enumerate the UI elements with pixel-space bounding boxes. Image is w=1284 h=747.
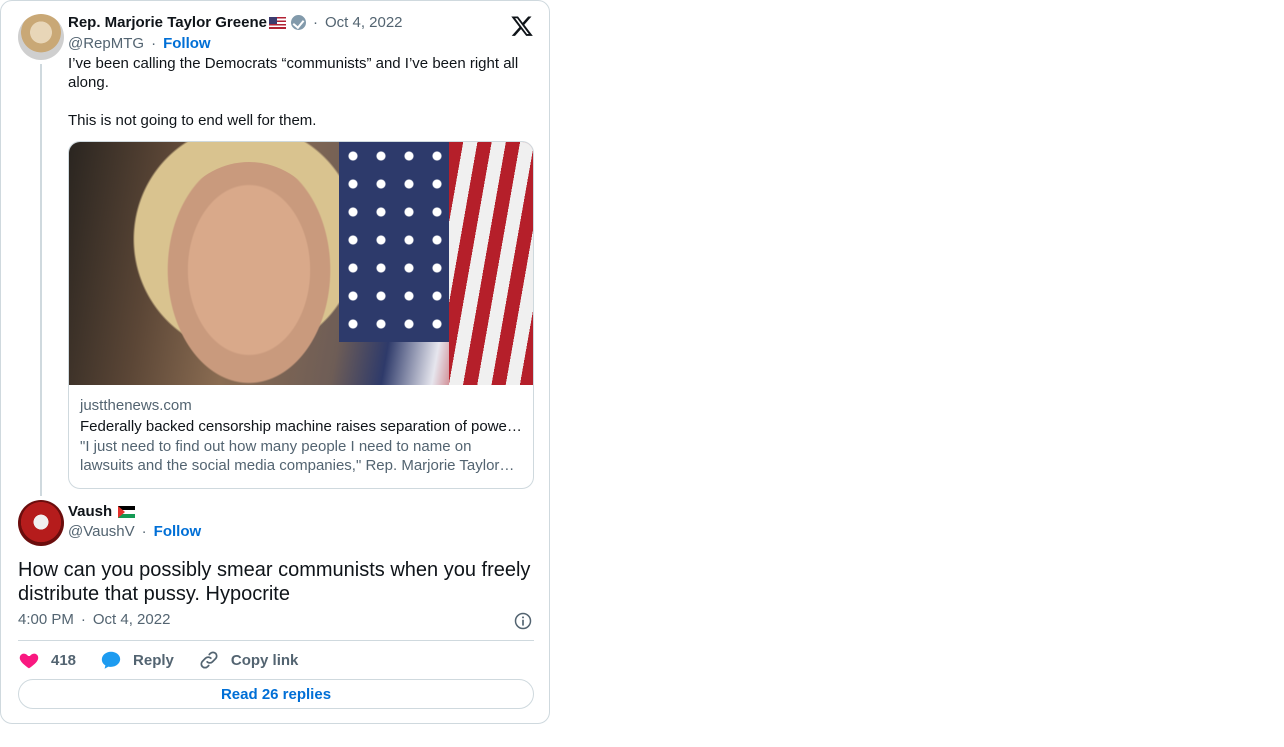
- verified-badge-icon: [290, 15, 306, 30]
- quoted-tweet-text: I’ve been calling the Democrats “communi…: [68, 54, 530, 130]
- quoted-date[interactable]: Oct 4, 2022: [325, 14, 403, 31]
- follow-button[interactable]: Follow: [154, 523, 202, 540]
- link-description: "I just need to find out how many people…: [80, 438, 500, 474]
- follow-button[interactable]: Follow: [163, 35, 211, 52]
- tweet-time[interactable]: 4:00 PM: [18, 611, 74, 628]
- reply-label: Reply: [133, 651, 174, 669]
- avatar[interactable]: [18, 500, 64, 546]
- author-handle[interactable]: @VaushV: [68, 523, 135, 540]
- separator-dot: ·: [141, 523, 147, 540]
- x-logo-icon[interactable]: [510, 14, 534, 38]
- heart-icon: [19, 653, 39, 669]
- thread-line: [40, 64, 42, 496]
- separator-dot: ·: [151, 35, 157, 52]
- palestine-flag-icon: [118, 505, 136, 518]
- read-replies-button[interactable]: Read 26 replies: [18, 679, 534, 709]
- separator-dot: ·: [312, 14, 318, 31]
- quoted-text-line: I’ve been calling the Democrats “communi…: [68, 55, 519, 91]
- link-preview-card[interactable]: justthenews.com Federally backed censors…: [68, 141, 534, 489]
- link-preview-image: [69, 142, 533, 385]
- info-icon[interactable]: [513, 611, 533, 631]
- reply-button[interactable]: Reply: [100, 649, 174, 671]
- tweet-date[interactable]: Oct 4, 2022: [93, 611, 171, 628]
- author-handle[interactable]: @RepMTG: [68, 35, 144, 52]
- tweet-timestamp[interactable]: 4:00 PM · Oct 4, 2022: [18, 611, 170, 628]
- like-button[interactable]: 418: [18, 649, 76, 671]
- link-title: Federally backed censorship machine rais…: [80, 418, 522, 435]
- quoted-text-line: This is not going to end well for them.: [68, 112, 317, 129]
- like-count: 418: [51, 651, 77, 669]
- handle-row: @VaushV · Follow: [68, 523, 201, 540]
- action-bar: 418 Reply Copy link: [18, 649, 322, 671]
- author-name[interactable]: Rep. Marjorie Taylor Greene: [68, 14, 267, 31]
- author-name[interactable]: Vaush: [68, 503, 112, 520]
- quoted-author-row: Rep. Marjorie Taylor Greene · Oct 4, 202…: [68, 14, 403, 31]
- quoted-handle-row: @RepMTG · Follow: [68, 35, 211, 52]
- link-icon: [200, 651, 218, 669]
- link-domain: justthenews.com: [80, 397, 192, 414]
- divider: [18, 640, 534, 641]
- reply-bubble-icon: [101, 651, 121, 669]
- avatar[interactable]: [18, 14, 64, 60]
- copy-link-button[interactable]: Copy link: [198, 649, 299, 671]
- link-preview-meta: justthenews.com Federally backed censors…: [69, 385, 533, 475]
- us-flag-icon: [268, 16, 286, 29]
- tweet-embed-card: Rep. Marjorie Taylor Greene · Oct 4, 202…: [0, 0, 550, 724]
- author-row: Vaush: [68, 503, 136, 520]
- separator-dot: ·: [80, 611, 86, 628]
- tweet-text: How can you possibly smear communists wh…: [18, 559, 531, 605]
- copy-link-label: Copy link: [230, 651, 299, 669]
